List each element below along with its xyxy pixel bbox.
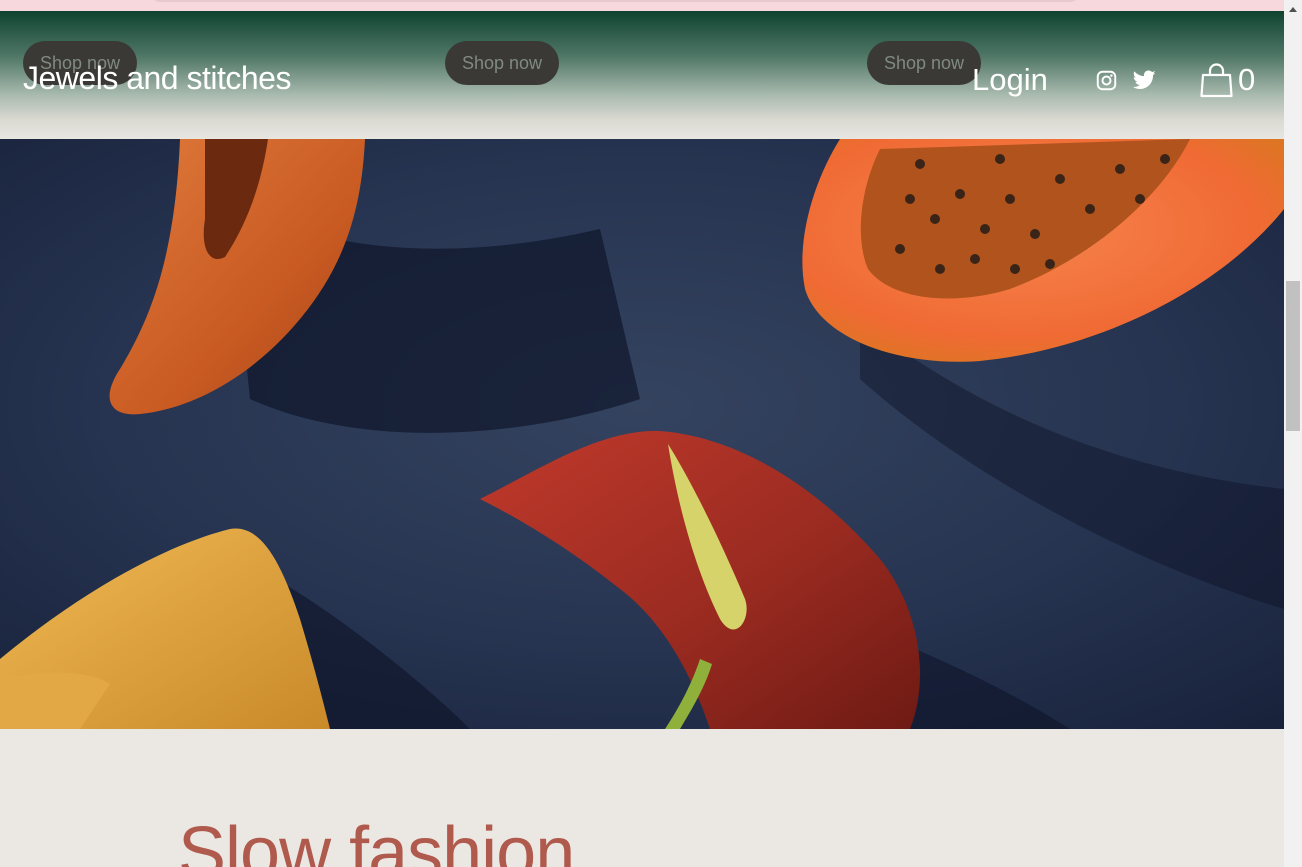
twitter-icon[interactable] <box>1133 70 1156 90</box>
shopping-bag-icon[interactable] <box>1200 63 1233 98</box>
cart-count[interactable]: 0 <box>1238 62 1255 98</box>
brand-logo[interactable]: Jewels and stitches <box>23 60 291 97</box>
scroll-up-arrow-icon[interactable] <box>1284 0 1302 18</box>
top-announcement-strip <box>0 0 1284 11</box>
shop-now-button-2[interactable]: Shop now <box>445 41 560 85</box>
announcement-pill <box>150 0 1080 2</box>
section-title: Slow fashion <box>178 813 575 867</box>
page-viewport: Shop now Shop now Shop now Jewels and st… <box>0 0 1284 867</box>
vertical-scrollbar[interactable] <box>1284 0 1302 867</box>
hero-still-life-illustration <box>0 139 1284 729</box>
shop-now-button-3[interactable]: Shop now <box>867 41 982 85</box>
instagram-icon[interactable] <box>1096 70 1117 91</box>
scrollbar-thumb[interactable] <box>1286 281 1300 431</box>
hero-image <box>0 139 1284 729</box>
login-link[interactable]: Login <box>972 62 1048 98</box>
